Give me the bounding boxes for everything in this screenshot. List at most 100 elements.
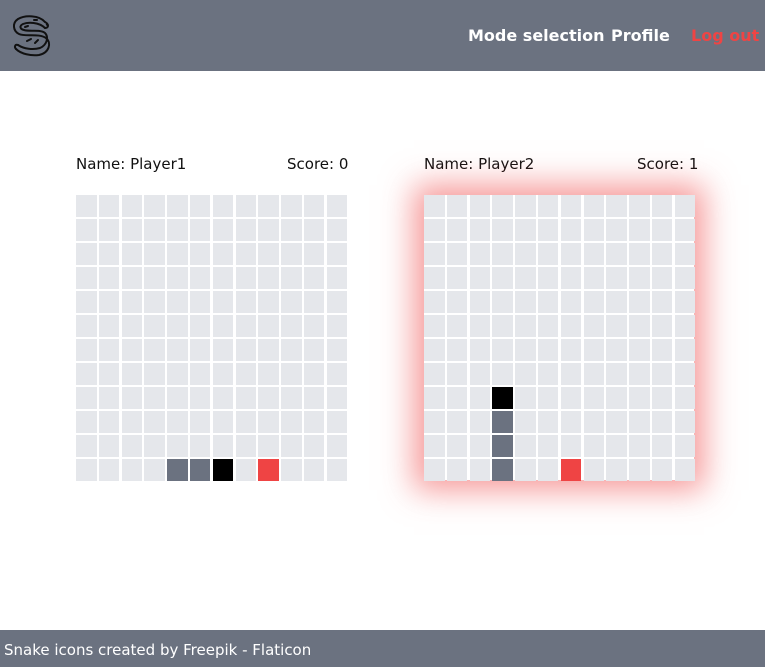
grid-cell: [326, 387, 348, 409]
grid-cell: [629, 435, 650, 457]
grid-cell: [281, 411, 302, 433]
grid-cell: [537, 387, 559, 409]
grid-cell: [76, 459, 97, 481]
food-cell: [560, 459, 582, 481]
grid-cell: [629, 363, 650, 385]
player2-name: Name: Player2: [424, 155, 535, 173]
grid-cell: [560, 243, 582, 265]
grid-cell: [424, 363, 445, 385]
grid-cell: [469, 267, 491, 289]
grid-cell: [515, 267, 536, 289]
grid-cell: [235, 363, 257, 385]
grid-cell: [212, 435, 234, 457]
grid-cell: [212, 411, 234, 433]
grid-cell: [76, 195, 97, 217]
grid-cell: [560, 315, 582, 337]
grid-cell: [515, 219, 536, 241]
snake-body-segment: [492, 411, 513, 433]
grid-cell: [583, 459, 605, 481]
snake-body-segment: [189, 459, 211, 481]
grid-cell: [606, 435, 627, 457]
grid-cell: [212, 219, 234, 241]
grid-cell: [258, 219, 279, 241]
grid-cell: [537, 411, 559, 433]
grid-cell: [235, 315, 257, 337]
grid-cell: [121, 219, 143, 241]
snake-body-segment: [167, 459, 188, 481]
grid-cell: [212, 315, 234, 337]
grid-cell: [144, 339, 165, 361]
grid-cell: [515, 435, 536, 457]
grid-cell: [674, 315, 696, 337]
logout-link[interactable]: Log out: [691, 26, 759, 46]
grid-cell: [189, 339, 211, 361]
grid-cell: [76, 339, 97, 361]
grid-cell: [492, 363, 513, 385]
grid-cell: [629, 267, 650, 289]
grid-cell: [303, 315, 325, 337]
grid-cell: [469, 459, 491, 481]
grid-cell: [674, 459, 696, 481]
grid-cell: [121, 291, 143, 313]
grid-cell: [629, 411, 650, 433]
grid-cell: [537, 435, 559, 457]
grid-cell: [235, 435, 257, 457]
grid-cell: [424, 387, 445, 409]
grid-cell: [326, 459, 348, 481]
grid-cell: [326, 267, 348, 289]
grid-cell: [537, 315, 559, 337]
grid-cell: [674, 363, 696, 385]
grid-cell: [583, 435, 605, 457]
grid-cell: [167, 315, 188, 337]
snake-icon[interactable]: [9, 13, 55, 57]
grid-cell: [560, 387, 582, 409]
grid-cell: [235, 195, 257, 217]
grid-cell: [303, 267, 325, 289]
grid-cell: [235, 267, 257, 289]
grid-cell: [492, 267, 513, 289]
grid-cell: [144, 219, 165, 241]
grid-cell: [98, 363, 120, 385]
grid-cell: [212, 363, 234, 385]
grid-cell: [167, 435, 188, 457]
grid-cell: [76, 387, 97, 409]
grid-cell: [76, 315, 97, 337]
grid-cell: [189, 267, 211, 289]
grid-cell: [674, 387, 696, 409]
grid-cell: [674, 435, 696, 457]
grid-cell: [303, 291, 325, 313]
grid-cell: [492, 219, 513, 241]
grid-cell: [167, 195, 188, 217]
grid-cell: [629, 243, 650, 265]
grid-cell: [189, 243, 211, 265]
grid-cell: [651, 267, 673, 289]
profile-link[interactable]: Profile: [611, 26, 670, 46]
grid-cell: [629, 195, 650, 217]
grid-cell: [144, 243, 165, 265]
grid-cell: [281, 435, 302, 457]
grid-cell: [144, 459, 165, 481]
grid-cell: [235, 243, 257, 265]
grid-cell: [98, 195, 120, 217]
grid-cell: [212, 339, 234, 361]
grid-cell: [303, 435, 325, 457]
grid-cell: [189, 363, 211, 385]
mode-selection-link[interactable]: Mode selection: [468, 26, 605, 46]
grid-cell: [606, 195, 627, 217]
grid-cell: [258, 387, 279, 409]
grid-cell: [258, 339, 279, 361]
grid-cell: [121, 339, 143, 361]
grid-cell: [281, 315, 302, 337]
grid-cell: [560, 219, 582, 241]
grid-cell: [629, 387, 650, 409]
grid-cell: [537, 291, 559, 313]
grid-cell: [583, 243, 605, 265]
grid-cell: [121, 243, 143, 265]
grid-cell: [258, 363, 279, 385]
player1-game-board: [76, 195, 348, 481]
grid-cell: [537, 219, 559, 241]
grid-cell: [76, 435, 97, 457]
grid-cell: [144, 411, 165, 433]
grid-cell: [674, 291, 696, 313]
grid-cell: [281, 267, 302, 289]
